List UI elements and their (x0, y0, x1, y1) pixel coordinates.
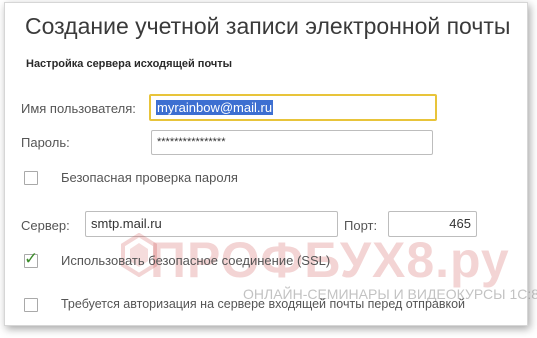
ssl-label: Использовать безопасное соединение (SSL) (61, 253, 331, 268)
auth-incoming-checkbox[interactable] (24, 298, 38, 312)
checkmark-icon: ✓ (24, 249, 39, 268)
username-field[interactable]: myrainbow@mail.ru (149, 94, 437, 121)
secure-password-label: Безопасная проверка пароля (61, 170, 238, 185)
section-title: Настройка сервера исходящей почты (26, 58, 233, 70)
dialog-title: Создание учетной записи электронной почт… (25, 13, 511, 39)
password-label: Пароль: (21, 135, 70, 150)
auth-incoming-label: Требуется авторизация на сервере входяще… (61, 297, 466, 311)
password-field[interactable]: **************** (151, 130, 433, 155)
ssl-checkbox[interactable]: ✓ (24, 250, 38, 268)
email-account-dialog: Создание учетной записи электронной почт… (4, 2, 537, 326)
username-value: myrainbow@mail.ru (156, 100, 274, 115)
secure-password-checkbox[interactable] (24, 171, 38, 185)
server-label: Сервер: (21, 218, 70, 233)
username-label: Имя пользователя: (21, 101, 136, 116)
